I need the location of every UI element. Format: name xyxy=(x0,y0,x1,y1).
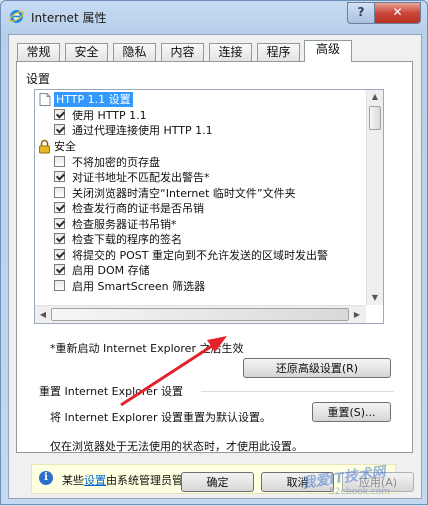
checkbox[interactable] xyxy=(54,280,65,291)
settings-list-items: HTTP 1.1 设置 使用 HTTP 1.1 通过代理连接使用 HTTP 1.… xyxy=(35,90,365,305)
tab-programs[interactable]: 程序 xyxy=(257,43,300,61)
checkbox[interactable] xyxy=(54,218,65,229)
tab-advanced[interactable]: 高级 xyxy=(304,40,352,62)
watermark-url: 52ebook.com xyxy=(329,487,391,497)
list-item-label: 启用 SmartScreen 筛选器 xyxy=(72,280,206,293)
divider xyxy=(201,391,394,392)
checkbox[interactable] xyxy=(54,187,65,198)
scroll-down-icon[interactable]: ▼ xyxy=(367,293,383,302)
list-item-label: 检查发行商的证书是否吊销 xyxy=(72,202,204,215)
reset-button[interactable]: 重置(S)... xyxy=(312,402,391,422)
checkbox[interactable] xyxy=(54,124,65,135)
horizontal-scroll-thumb[interactable] xyxy=(51,308,349,321)
scroll-right-icon[interactable]: ▶ xyxy=(352,310,362,319)
title-bar[interactable]: Internet 属性 ? ✕ xyxy=(1,1,427,33)
list-item-label: 检查下载的程序的签名 xyxy=(72,233,182,246)
checkbox[interactable] xyxy=(54,109,65,120)
internet-properties-dialog: Internet 属性 ? ✕ 常规 安全 隐私 内容 连接 程序 高级 设置 xyxy=(0,0,428,505)
scroll-up-icon[interactable]: ▲ xyxy=(367,92,383,101)
dialog-client-area: 常规 安全 隐私 内容 连接 程序 高级 设置 HTTP 1.1 设置 使用 H… xyxy=(8,34,422,499)
vertical-scrollbar[interactable]: ▲ ▼ xyxy=(366,90,383,305)
infobar-text-before: 某些 xyxy=(62,474,84,487)
list-item-label: 使用 HTTP 1.1 xyxy=(72,109,147,122)
list-item-label: 检查服务器证书吊销* xyxy=(72,218,177,231)
advanced-tab-panel: 设置 HTTP 1.1 设置 使用 HTTP 1.1 通过代理连接使用 HTTP… xyxy=(16,61,413,494)
checkbox[interactable] xyxy=(54,171,65,182)
tab-privacy[interactable]: 隐私 xyxy=(113,43,156,61)
list-item-label: 启用 DOM 存储 xyxy=(72,264,150,277)
tab-general[interactable]: 常规 xyxy=(17,43,60,61)
tab-connections[interactable]: 连接 xyxy=(209,43,252,61)
restore-advanced-settings-button[interactable]: 还原高级设置(R) xyxy=(243,358,391,378)
checkbox[interactable] xyxy=(54,202,65,213)
tab-security[interactable]: 安全 xyxy=(65,43,108,61)
list-item-label: 对证书地址不匹配发出警告* xyxy=(72,171,210,184)
help-button[interactable]: ? xyxy=(347,2,375,24)
list-item-label: 不将加密的页存盘 xyxy=(72,156,160,169)
restart-note: *重新启动 Internet Explorer 之后生效 xyxy=(50,342,244,355)
settings-list[interactable]: HTTP 1.1 设置 使用 HTTP 1.1 通过代理连接使用 HTTP 1.… xyxy=(34,89,384,324)
close-button[interactable]: ✕ xyxy=(374,2,421,24)
horizontal-scrollbar[interactable]: ◀ ▶ xyxy=(35,305,366,323)
list-item-label: 通过代理连接使用 HTTP 1.1 xyxy=(72,124,213,137)
checkbox[interactable] xyxy=(54,233,65,244)
reset-description: 将 Internet Explorer 设置重置为默认设置。 xyxy=(50,411,271,424)
reset-warning: 仅在浏览器处于无法使用的状态时，才使用此设置。 xyxy=(50,440,303,453)
settings-link[interactable]: 设置 xyxy=(84,474,106,487)
vertical-scroll-thumb[interactable] xyxy=(369,106,381,130)
lock-icon xyxy=(39,139,50,154)
scroll-left-icon[interactable]: ◀ xyxy=(38,310,48,319)
window-title: Internet 属性 xyxy=(31,11,107,25)
list-item-label: 将提交的 POST 重定向到不允许发送的区域时发出警 xyxy=(72,249,328,262)
info-icon: i xyxy=(39,471,53,485)
reset-section-title: 重置 Internet Explorer 设置 xyxy=(39,385,183,398)
list-item-label: HTTP 1.1 设置 xyxy=(54,92,133,107)
checkbox[interactable] xyxy=(54,249,65,260)
checkbox[interactable] xyxy=(54,264,65,275)
internet-explorer-icon xyxy=(8,10,25,23)
checkbox[interactable] xyxy=(54,156,65,167)
page-icon xyxy=(39,93,51,106)
settings-group-label: 设置 xyxy=(26,72,51,86)
list-item-label: 安全 xyxy=(54,140,76,153)
ok-button[interactable]: 确定 xyxy=(181,472,254,492)
list-item-label: 关闭浏览器时清空“Internet 临时文件”文件夹 xyxy=(72,187,296,200)
tab-content[interactable]: 内容 xyxy=(161,43,204,61)
